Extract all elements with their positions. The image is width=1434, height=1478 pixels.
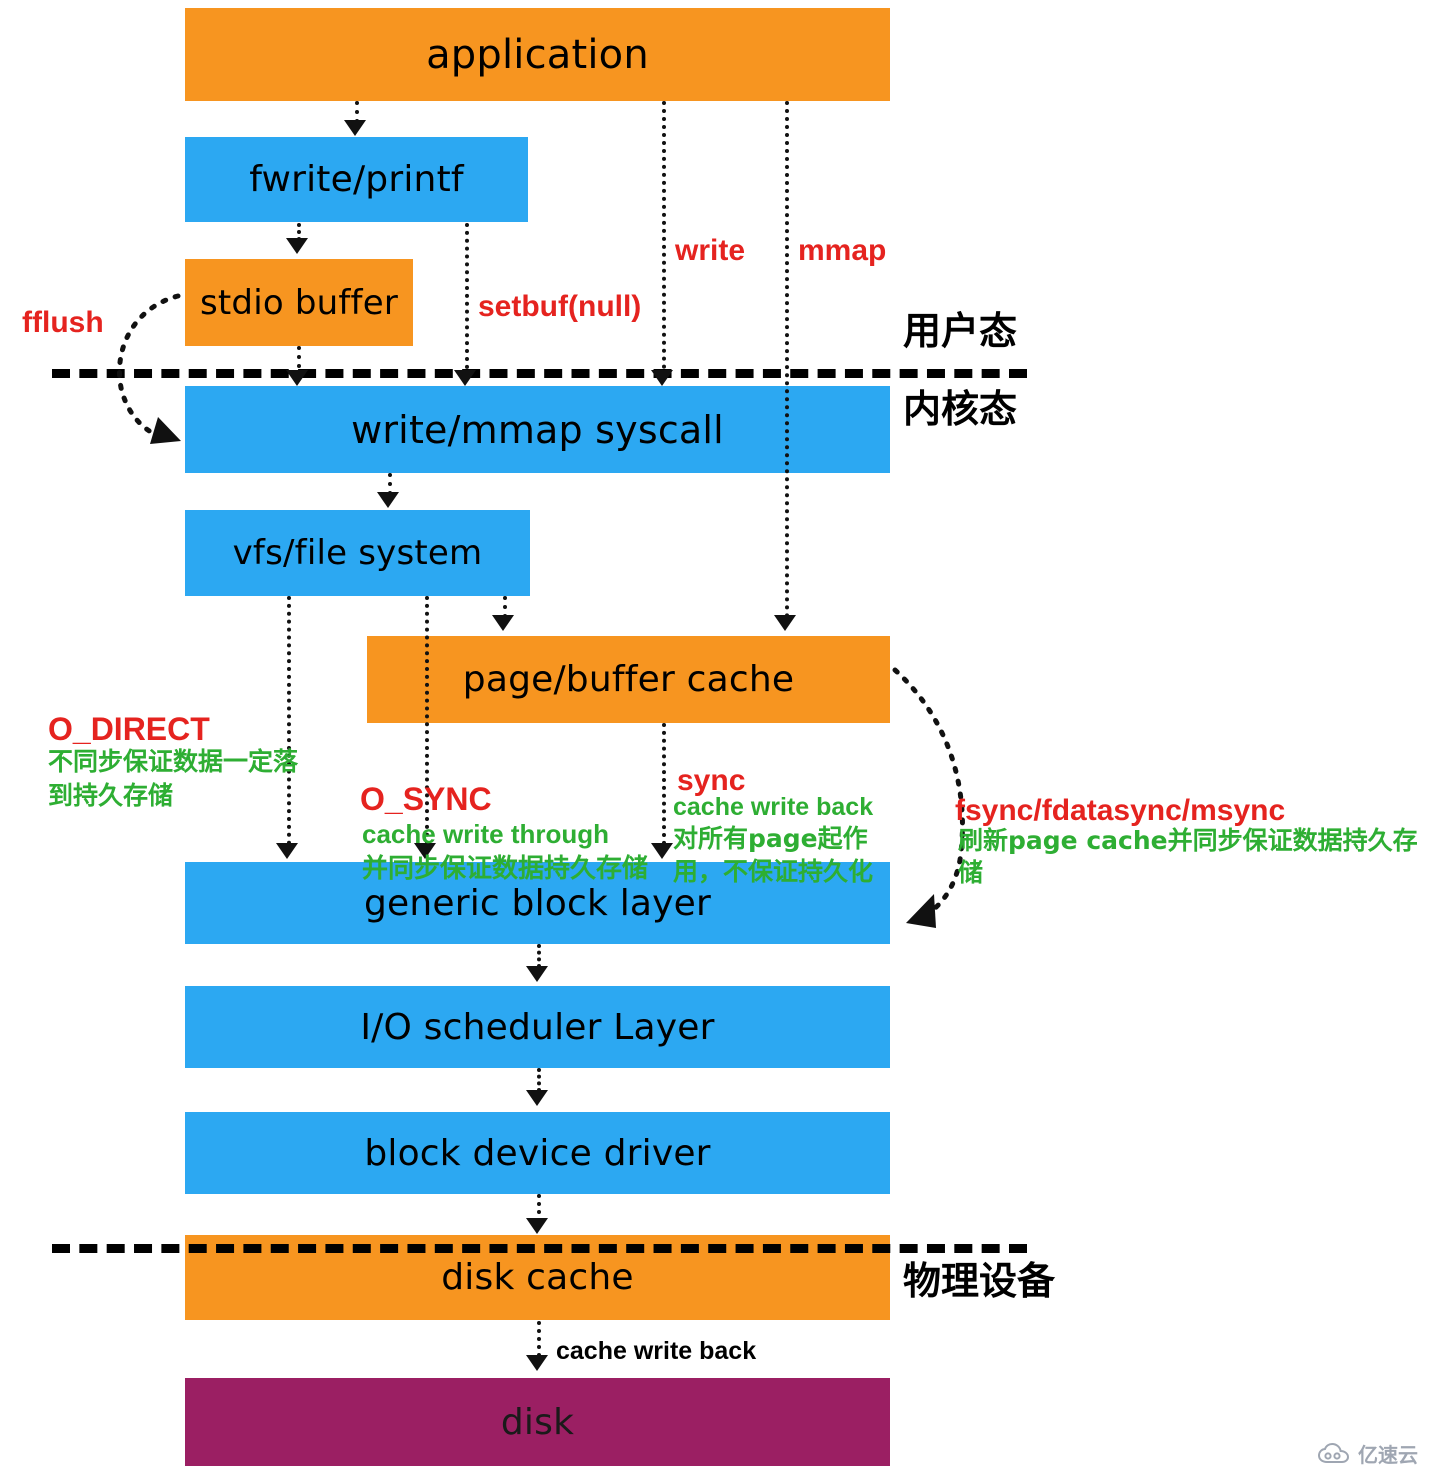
arrowhead-setbuf-null	[454, 370, 476, 386]
label-write-text: write	[675, 234, 746, 267]
edge-generic-to-scheduler	[537, 944, 541, 968]
box-stdio-buffer[interactable]: stdio buffer	[185, 259, 413, 346]
box-stdio-buffer-label: stdio buffer	[199, 282, 399, 323]
edge-setbuf-null	[465, 223, 469, 369]
box-fwrite-printf-label: fwrite/printf	[249, 159, 464, 200]
box-io-scheduler-layer-label: I/O scheduler Layer	[360, 1006, 715, 1048]
arrowhead-driver-to-disk-cache	[526, 1218, 548, 1234]
edge-scheduler-to-driver	[537, 1068, 541, 1092]
label-setbuf-null-text: setbuf(null)	[478, 290, 642, 323]
box-block-device-driver-label: block device driver	[364, 1132, 711, 1174]
label-cache-write-back-disk: cache write back	[556, 1336, 756, 1367]
box-vfs-file-system[interactable]: vfs/file system	[185, 510, 530, 596]
arrowhead-o-direct	[276, 843, 298, 859]
label-cache-write-back-disk-text: cache write back	[556, 1337, 757, 1365]
box-disk-label: disk	[500, 1401, 575, 1443]
arrowhead-disk-cache-to-disk	[526, 1355, 548, 1371]
label-mmap: mmap	[798, 233, 886, 270]
watermark-text: 亿速云	[1358, 1443, 1418, 1467]
arrowhead-sync	[651, 843, 673, 859]
zone-label-user-mode: 用户态	[903, 300, 1017, 355]
kernel-device-separator	[52, 1244, 1027, 1253]
arrowhead-fwrite-to-stdio	[286, 238, 308, 254]
zone-label-physical-device: 物理设备	[903, 1250, 1055, 1305]
annotation-sync-desc-3: 用，不保证持久化	[673, 824, 873, 888]
edge-disk-cache-to-disk	[537, 1321, 541, 1357]
zone-label-kernel-mode: 内核态	[903, 378, 1017, 433]
box-block-device-driver[interactable]: block device driver	[185, 1112, 890, 1194]
box-application[interactable]: application	[185, 8, 890, 101]
label-mmap-text: mmap	[798, 234, 887, 267]
box-page-buffer-cache[interactable]: page/buffer cache	[367, 636, 890, 723]
zone-physical-device-text: 物理设备	[903, 1259, 1056, 1303]
edge-mmap-to-page-cache	[785, 101, 789, 618]
diagram-canvas: application fwrite/printf stdio buffer w…	[0, 0, 1434, 1478]
annotation-fsync-desc-1: 刷新page cache并同步保证数据持久存储	[958, 793, 1434, 889]
edge-sync	[662, 723, 666, 845]
arrowhead-write-syscall	[651, 370, 673, 386]
arrowhead-application-to-fwrite	[344, 120, 366, 136]
edge-write-syscall	[662, 101, 666, 369]
arrowhead-mmap-to-page-cache	[774, 615, 796, 631]
box-disk[interactable]: disk	[185, 1378, 890, 1466]
user-kernel-separator	[52, 369, 1027, 378]
arrowhead-stdio-to-syscall	[286, 370, 308, 386]
annotation-o-direct-desc-2: 到持久存储	[48, 748, 173, 812]
edge-stdio-to-syscall	[297, 346, 301, 368]
label-fflush: fflush	[22, 305, 104, 342]
annotation-sync-desc-3-text: 用，不保证持久化	[673, 857, 874, 886]
annotation-o-sync-desc-2-text: 并同步保证数据持久存储	[362, 854, 649, 885]
annotation-o-direct-desc-2-text: 到持久存储	[48, 781, 174, 810]
box-application-label: application	[426, 31, 649, 78]
box-generic-block-layer-label: generic block layer	[363, 882, 712, 924]
label-fflush-text: fflush	[22, 306, 104, 339]
label-write: write	[675, 233, 745, 270]
cloud-icon	[1318, 1442, 1350, 1463]
box-disk-cache-label: disk cache	[441, 1257, 634, 1298]
arrowhead-generic-to-scheduler	[526, 966, 548, 982]
arrowhead-scheduler-to-driver	[526, 1090, 548, 1106]
arrowhead-syscall-to-vfs	[377, 492, 399, 508]
zone-user-mode-text: 用户态	[903, 309, 1018, 353]
annotation-fsync-desc-1-text: 刷新page cache并同步保证数据持久存储	[958, 826, 1418, 887]
annotation-o-sync-desc-2: 并同步保证数据持久存储	[362, 820, 648, 887]
box-io-scheduler-layer[interactable]: I/O scheduler Layer	[185, 986, 890, 1068]
arrowhead-vfs-to-page-cache	[492, 615, 514, 631]
box-write-mmap-syscall-label: write/mmap syscall	[351, 407, 724, 452]
box-vfs-file-system-label: vfs/file system	[232, 533, 483, 573]
box-page-buffer-cache-label: page/buffer cache	[462, 659, 795, 700]
zone-kernel-mode-text: 内核态	[903, 387, 1018, 431]
watermark: 亿速云	[1318, 1439, 1418, 1468]
label-setbuf-null: setbuf(null)	[478, 289, 641, 326]
box-fwrite-printf[interactable]: fwrite/printf	[185, 137, 528, 222]
